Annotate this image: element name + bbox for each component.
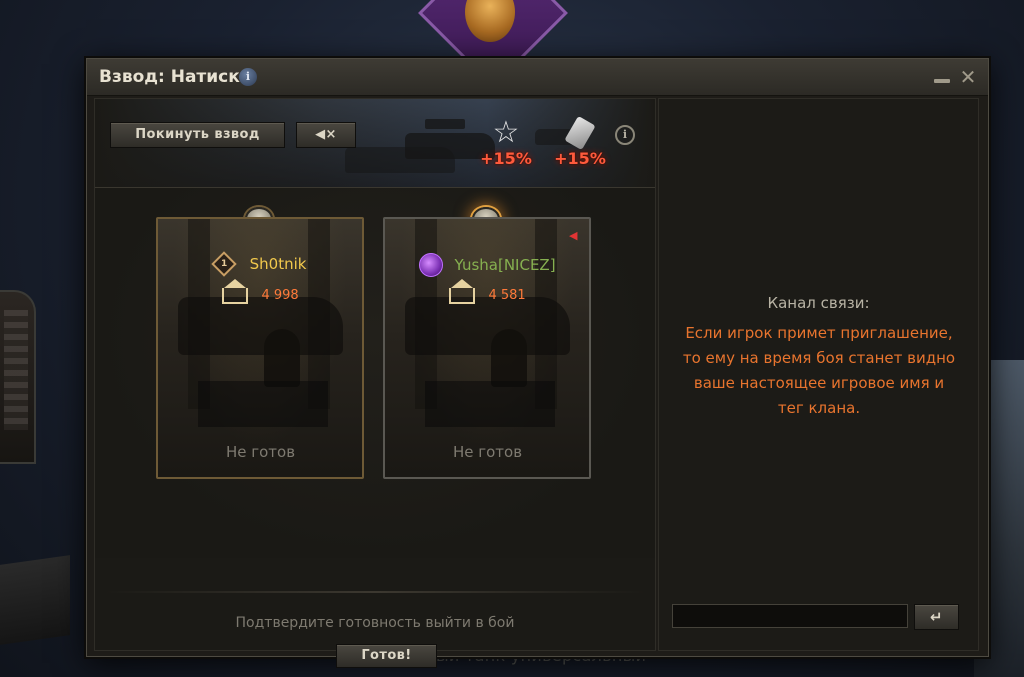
ready-button[interactable]: Готов! [336,644,437,668]
ready-status: Не готов [225,443,296,461]
player-name-row: 1 Sh0tnik [158,250,362,277]
xp-bonus: ☆ +15% [476,117,536,177]
bonus-info-icon[interactable]: i [615,125,635,145]
clan-emblem-icon [419,253,444,277]
title-info-icon[interactable]: i [239,68,257,86]
close-icon[interactable]: ✕ [958,67,978,87]
leave-platoon-button[interactable]: Покинуть взвод [110,122,285,148]
platoon-banner: Покинуть взвод ◀× ☆ +15% $ +15% i [95,99,655,188]
credits-bonus-value: +15% [554,149,606,168]
platoon-window: Взвод: Натиск i ✕ Покинуть взвод ◀× ☆ +1… [86,58,989,668]
crown-icon [222,278,249,304]
xp-bonus-value: +15% [480,149,532,168]
player-rating: 4 581 [488,288,526,303]
card-scene [178,297,343,355]
rank-value: 1 [220,258,227,269]
ready-status: Не готов [452,443,523,461]
footer-divider [105,591,645,593]
background-poster-board [0,290,36,464]
confirm-ready-text: Подтвердите готовность выйти в бой [235,615,515,631]
player-name[interactable]: Sh0tnik [250,255,307,273]
player-name[interactable]: Yusha[NICEZ] [455,256,556,274]
player-rating-row: 4 581 [385,278,589,304]
minimize-icon[interactable] [934,79,950,83]
poster-papers [4,310,28,430]
player-rating-row: 4 998 [158,278,362,304]
card-scene [425,381,555,427]
background-crate [0,555,70,645]
credits-bonus: $ +15% [550,115,610,177]
player-card[interactable]: 1 Sh0tnik 4 998 Не готов [156,217,364,479]
card-scene [405,297,570,355]
platoon-panel: Покинуть взвод ◀× ☆ +15% $ +15% i [94,98,656,668]
player-card[interactable]: ◀ Yusha[NICEZ] 4 581 Не готов [383,217,591,479]
banner-tank-gun [425,119,465,129]
crown-icon [449,278,476,304]
mute-button[interactable]: ◀× [296,122,356,148]
rank-icon: 1 [210,250,237,277]
card-scene [491,329,527,387]
chat-input[interactable] [672,604,908,628]
speaker-icon: ◀ [569,229,578,242]
chat-panel: Канал связи: Если игрок примет приглашен… [658,98,979,651]
credits-icon: $ [564,115,596,151]
background-medal [418,0,568,88]
player-name-row: Yusha[NICEZ] [385,253,589,277]
channel-message: Если игрок примет приглашение, то ему на… [682,324,956,417]
card-scene [198,381,328,427]
channel-title: Канал связи: [767,294,870,312]
window-title: Взвод: Натиск [99,67,240,87]
window-titlebar[interactable]: Взвод: Натиск i ✕ [87,59,988,96]
send-button[interactable]: ↵ [914,604,959,630]
star-icon: ☆ [492,115,520,150]
card-scene [264,329,300,387]
player-rating: 4 998 [261,288,299,303]
